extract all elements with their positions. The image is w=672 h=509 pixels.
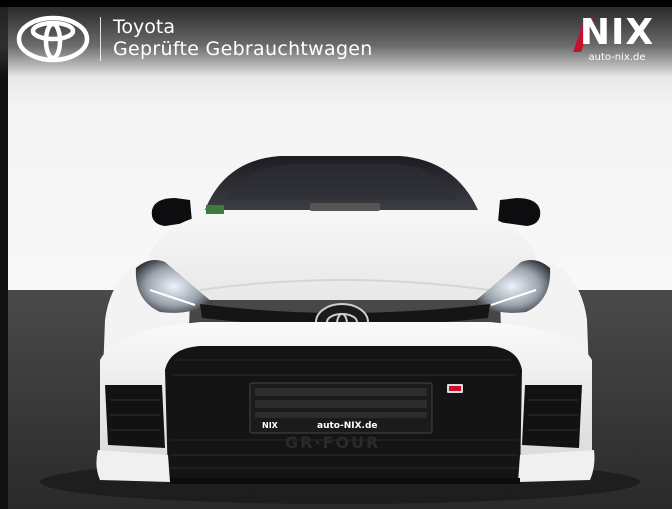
svg-text:GR·FOUR: GR·FOUR: [285, 433, 380, 452]
brand-name: Toyota: [113, 16, 175, 39]
brand-tagline: Geprüfte Gebrauchtwagen: [113, 38, 373, 60]
top-border: [0, 0, 672, 7]
brand-block: Toyota Geprüfte Gebrauchtwagen: [16, 14, 373, 64]
hood: [145, 213, 540, 300]
brand-text: Toyota Geprüfte Gebrauchtwagen: [113, 16, 373, 61]
right-mirror: [498, 198, 541, 226]
brand-divider: [100, 17, 101, 61]
car-photo: GR·FOUR: [0, 7, 672, 509]
toyota-logo-icon: [16, 14, 90, 64]
dealer-logo: NIX auto-nix.de: [569, 12, 665, 63]
dealer-url: auto-nix.de: [588, 52, 646, 63]
plate-url-text: auto-NIX.de: [317, 421, 378, 431]
plate-dealer-text: NIX: [262, 421, 278, 430]
listing-photo: GR·FOUR NIX auto-NIX.de Toyota Geprüfte …: [0, 0, 672, 509]
dealer-name: NIX: [579, 12, 655, 53]
